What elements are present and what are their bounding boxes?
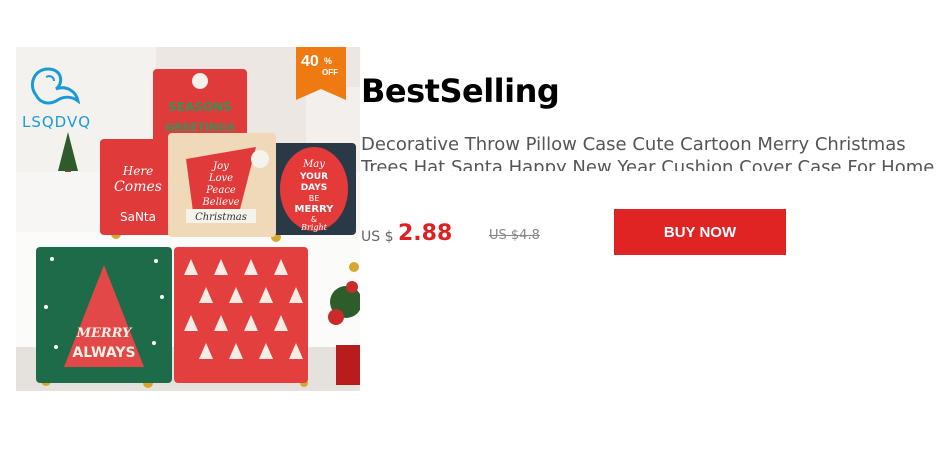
brand-name: LSQDVQ xyxy=(22,113,92,131)
pillow-5-line-2: ALWAYS xyxy=(72,345,135,361)
pillow-3-line-2: Love xyxy=(208,173,233,184)
discount-badge: 40 % OFF xyxy=(296,47,346,100)
brand-logo: LSQDVQ xyxy=(18,55,98,131)
pillow-1-line-1: SEASONS xyxy=(168,100,232,114)
buy-now-button[interactable]: BUY NOW xyxy=(614,209,786,255)
pillow-2-line-2: Comes xyxy=(114,179,162,195)
section-title: BestSelling xyxy=(361,72,560,110)
pillow-3-line-1: Joy xyxy=(211,161,229,172)
pillow-4-line-2: YOUR xyxy=(299,172,328,182)
pillow-4-line-4: BE xyxy=(309,194,320,203)
bird-logo-icon xyxy=(31,67,81,105)
sale-price: 2.88 xyxy=(398,221,453,246)
pillow-3-line-5: Christmas xyxy=(195,212,247,223)
discount-percent: % xyxy=(324,56,333,66)
pillow-2-line-1: Here xyxy=(122,164,153,178)
original-price: US $4.8 xyxy=(489,228,540,243)
product-title[interactable]: Decorative Throw Pillow Case Cute Cartoo… xyxy=(361,133,936,171)
pillow-4-line-7: Bright xyxy=(300,223,328,232)
pillow-5-line-1: MERRY xyxy=(76,326,134,341)
price-currency: US $ xyxy=(361,229,394,245)
pillow-3-line-3: Peace xyxy=(205,185,236,196)
pillow-4-line-1: May xyxy=(302,159,325,170)
pillow-2-line-3: SaNta xyxy=(120,210,156,224)
discount-number: 40 xyxy=(301,53,319,70)
pillow-4-line-5: MERRY xyxy=(295,204,335,215)
discount-off-label: OFF xyxy=(322,68,338,77)
pillow-3-line-4: Believe xyxy=(201,197,239,208)
pillow-1-line-2: GREETINGS xyxy=(165,121,235,134)
pillow-4-line-3: DAYS xyxy=(301,183,328,193)
